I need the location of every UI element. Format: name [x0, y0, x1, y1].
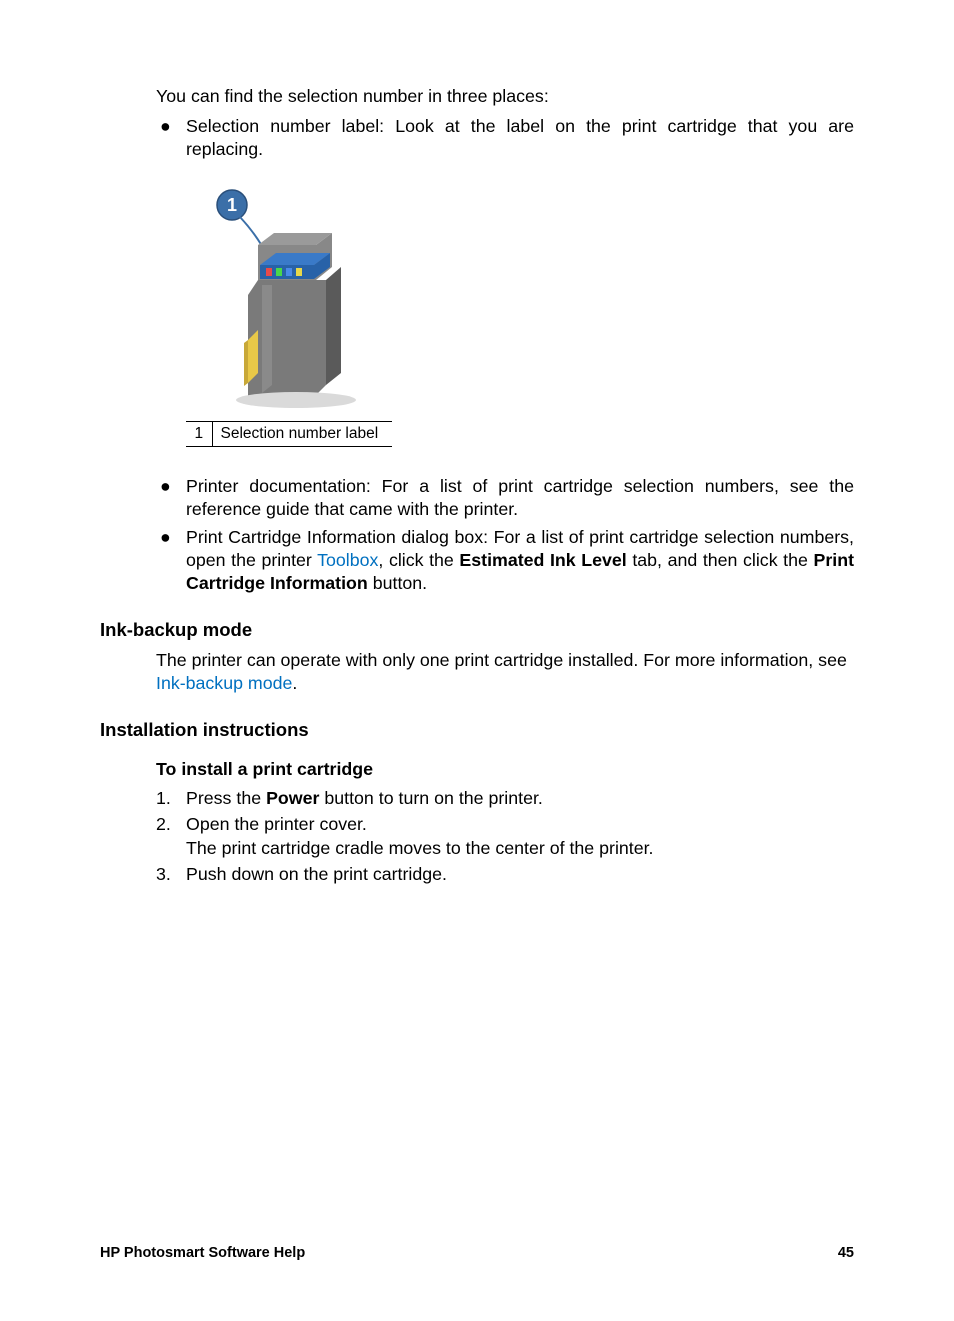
- estimated-ink-level: Estimated Ink Level: [459, 550, 626, 570]
- cartridge-illustration: 1: [186, 185, 396, 415]
- page-footer: HP Photosmart Software Help 45: [100, 1245, 854, 1261]
- image-caption-table: 1 Selection number label: [186, 421, 392, 447]
- bullet-marker-icon: ●: [156, 115, 186, 161]
- caption-label: Selection number label: [212, 422, 392, 447]
- ink-backup-body: The printer can operate with only one pr…: [156, 649, 854, 695]
- toolbox-link[interactable]: Toolbox: [317, 550, 378, 570]
- installation-heading: Installation instructions: [100, 719, 854, 741]
- footer-page-number: 45: [838, 1245, 854, 1261]
- text-fragment: button.: [368, 573, 427, 593]
- bullet-text: Printer documentation: For a list of pri…: [186, 475, 854, 521]
- ink-backup-link[interactable]: Ink-backup mode: [156, 673, 292, 693]
- footer-left: HP Photosmart Software Help: [100, 1245, 305, 1261]
- bullet-item-printer-doc: ● Printer documentation: For a list of p…: [156, 475, 854, 521]
- step-num: 1.: [156, 786, 186, 810]
- caption-num: 1: [186, 422, 212, 447]
- cartridge-image-block: 1 1: [186, 185, 396, 447]
- bullet-item-cartridge-info: ● Print Cartridge Information dialog box…: [156, 526, 854, 595]
- install-cartridge-subheading: To install a print cartridge: [156, 759, 854, 780]
- text-fragment: tab, and then click the: [627, 550, 814, 570]
- step-text: Open the printer cover. The print cartri…: [186, 812, 654, 860]
- step-text: Push down on the print cartridge.: [186, 862, 447, 886]
- bullet-item-selection-label: ● Selection number label: Look at the la…: [156, 115, 854, 161]
- text-fragment: Press the: [186, 788, 266, 808]
- step-2: 2. Open the printer cover. The print car…: [156, 812, 854, 860]
- svg-text:1: 1: [227, 195, 237, 215]
- text-fragment: .: [292, 673, 297, 693]
- text-fragment: , click the: [378, 550, 459, 570]
- step-num: 2.: [156, 812, 186, 860]
- intro-text: You can find the selection number in thr…: [156, 86, 854, 107]
- step-1: 1. Press the Power button to turn on the…: [156, 786, 854, 810]
- text-fragment: button to turn on the printer.: [319, 788, 542, 808]
- ink-backup-heading: Ink-backup mode: [100, 619, 854, 641]
- text-fragment: The printer can operate with only one pr…: [156, 650, 847, 670]
- step-3: 3. Push down on the print cartridge.: [156, 862, 854, 886]
- text-fragment: Open the printer cover.: [186, 814, 367, 834]
- step-text: Press the Power button to turn on the pr…: [186, 786, 543, 810]
- bullet-marker-icon: ●: [156, 526, 186, 595]
- power-button-ref: Power: [266, 788, 319, 808]
- bullet-marker-icon: ●: [156, 475, 186, 521]
- bullet-text: Selection number label: Look at the labe…: [186, 115, 854, 161]
- step-num: 3.: [156, 862, 186, 886]
- text-fragment: The print cartridge cradle moves to the …: [186, 838, 654, 858]
- bullet-text: Print Cartridge Information dialog box: …: [186, 526, 854, 595]
